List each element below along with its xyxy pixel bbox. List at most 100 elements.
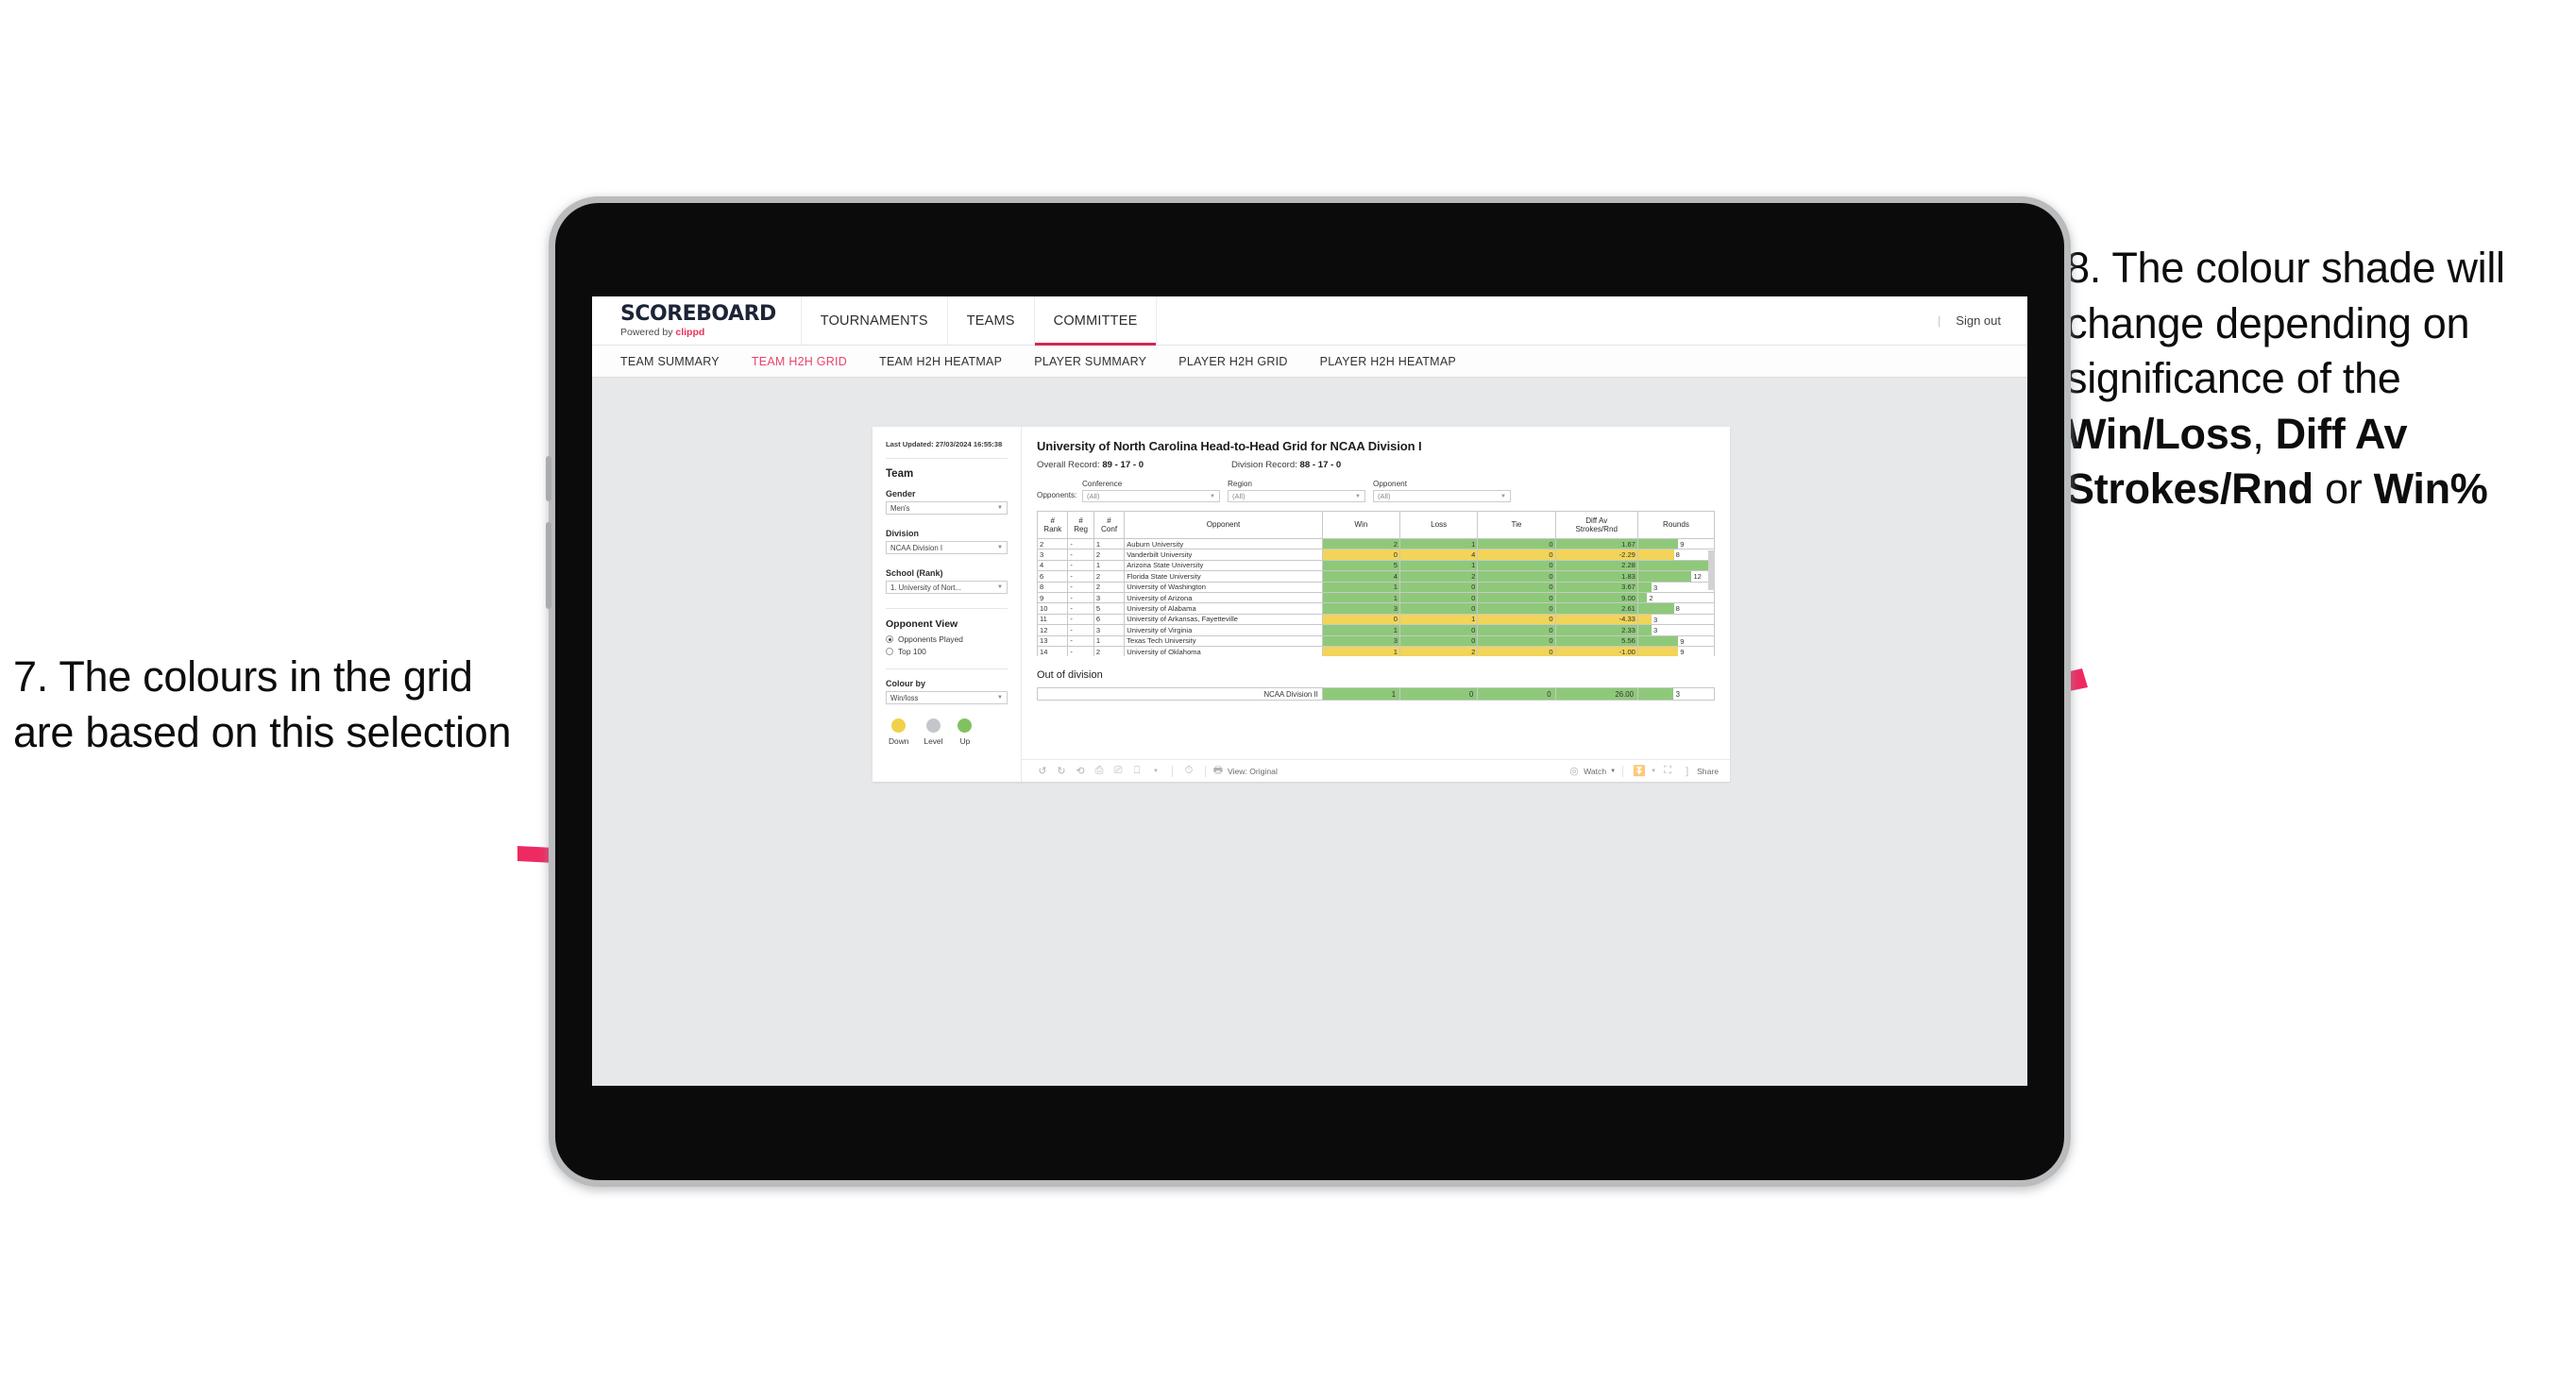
tablet-screen: SCOREBOARD Powered by clippd TOURNAMENTS… bbox=[592, 296, 2027, 1086]
panel-select-division[interactable]: NCAA Division I ▼ bbox=[886, 541, 1008, 555]
table-row[interactable]: 12-3 University of Virginia 1 0 0 2.33 3 bbox=[1037, 624, 1715, 636]
nav-tab-teams[interactable]: TEAMS bbox=[948, 296, 1035, 345]
cell-rank: 12 bbox=[1037, 624, 1069, 636]
custom-view-button[interactable]: 🖶 View: Original bbox=[1212, 762, 1278, 780]
filter-select-opponent[interactable]: (All) ▼ bbox=[1373, 490, 1511, 502]
filter-select-region[interactable]: (All) ▼ bbox=[1228, 490, 1365, 502]
rounds-value: 9 bbox=[1680, 540, 1685, 549]
colour-by-value: Win/loss bbox=[890, 693, 919, 702]
cell-opponent: University of Arkansas, Fayetteville bbox=[1124, 613, 1323, 626]
table-row[interactable]: 2-1 Auburn University 2 1 0 1.67 9 bbox=[1037, 537, 1715, 550]
cell-opponent: University of Oklahoma bbox=[1124, 645, 1323, 656]
table-row[interactable]: 10-5 University of Alabama 3 0 0 2.61 8 bbox=[1037, 602, 1715, 615]
pause-icon[interactable]: ⎚ bbox=[1109, 765, 1127, 777]
revert-icon[interactable]: ⟲ bbox=[1071, 765, 1090, 777]
subnav-player-h2h-grid[interactable]: PLAYER H2H GRID bbox=[1178, 355, 1287, 368]
division-record: Division Record: 88 - 17 - 0 bbox=[1231, 460, 1341, 470]
cell-tie: 0 bbox=[1477, 559, 1556, 572]
overall-record-label: Overall Record: bbox=[1037, 460, 1100, 470]
out-of-division-win: 1 bbox=[1321, 687, 1401, 701]
cell-loss: 0 bbox=[1399, 634, 1479, 647]
colour-by-select[interactable]: Win/loss ▼ bbox=[886, 691, 1008, 705]
undo-icon[interactable]: ↺ bbox=[1033, 765, 1052, 777]
h2h-table: # Rank # Reg # Conf Opponent Win Loss Tie Diff Av S… bbox=[1037, 511, 1715, 656]
table-row[interactable]: 9-3 University of Arizona 1 0 0 9.00 2 bbox=[1037, 591, 1715, 604]
refresh-icon[interactable]: ⎙ bbox=[1090, 765, 1109, 777]
table-row[interactable]: 8-2 University of Washington 1 0 0 3.67 3 bbox=[1037, 581, 1715, 593]
radio-top-100[interactable]: Top 100 bbox=[886, 647, 1008, 656]
cell-rank: 14 bbox=[1037, 645, 1069, 656]
cell-rounds: 8 bbox=[1636, 549, 1715, 561]
cell-diff-av-strokes: -4.33 bbox=[1554, 613, 1638, 626]
table-row[interactable]: 4-1Arizona State University5102.2817 bbox=[1037, 559, 1715, 572]
radio-button-icon bbox=[886, 648, 893, 656]
cell-conf: 2 bbox=[1093, 570, 1126, 583]
table-scrollbar[interactable] bbox=[1708, 541, 1715, 654]
chevron-down-icon[interactable]: ▼ bbox=[1146, 769, 1165, 774]
cell-rounds: 8 bbox=[1636, 602, 1715, 615]
nav-tab-tournaments[interactable]: TOURNAMENTS bbox=[802, 296, 948, 345]
chevron-down-icon: ▼ bbox=[997, 584, 1003, 591]
panel-select-school-rank[interactable]: 1. University of Nort... ▼ bbox=[886, 581, 1008, 595]
rounds-value: 3 bbox=[1653, 583, 1658, 592]
rounds-bar bbox=[1638, 625, 1652, 634]
cell-conf: 3 bbox=[1093, 624, 1126, 636]
chevron-down-icon: ▼ bbox=[1210, 493, 1215, 499]
cell-rounds: 12 bbox=[1636, 570, 1715, 583]
brand-vendor: clippd bbox=[675, 326, 705, 338]
view-icon: 🖶 bbox=[1212, 765, 1224, 776]
cell-rank: 13 bbox=[1037, 634, 1069, 647]
table-row[interactable]: 3-2 Vanderbilt University 0 4 0 -2.29 8 bbox=[1037, 549, 1715, 561]
table-row[interactable]: 6-2 Florida State University 4 2 0 1.83 12 bbox=[1037, 570, 1715, 583]
radio-opponents-played[interactable]: Opponents Played bbox=[886, 634, 1008, 644]
fullscreen-icon[interactable]: ⛶ bbox=[1658, 765, 1677, 777]
nav-tab-committee[interactable]: COMMITTEE bbox=[1034, 296, 1158, 346]
table-row[interactable]: 11-6 University of Arkansas, Fayetteville… bbox=[1037, 613, 1715, 626]
filter-group-region: Region (All) ▼ bbox=[1228, 480, 1365, 502]
sign-out-link[interactable]: Sign out bbox=[1956, 313, 2001, 328]
annotation-8-segment: 8. The colour shade will change dependin… bbox=[2066, 244, 2505, 402]
rounds-value: 9 bbox=[1680, 636, 1685, 646]
cell-diff-av-strokes: -2.29 bbox=[1554, 549, 1638, 561]
subnav-team-summary[interactable]: TEAM SUMMARY bbox=[620, 355, 720, 368]
cell-loss: 2 bbox=[1399, 570, 1479, 583]
rounds-value: 8 bbox=[1675, 550, 1680, 560]
table-body: 2-1 Auburn University 2 1 0 1.67 9 3-2 Vanderbil… bbox=[1037, 537, 1715, 656]
subnav-player-h2h-heatmap[interactable]: PLAYER H2H HEATMAP bbox=[1320, 355, 1456, 368]
table-row[interactable]: 14-2 University of Oklahoma 1 2 0 -1.00 9 bbox=[1037, 645, 1715, 656]
cell-rounds: 2 bbox=[1636, 591, 1715, 604]
cell-rank: 4 bbox=[1037, 559, 1069, 572]
filter-group-opponent: Opponent (All) ▼ bbox=[1373, 480, 1511, 502]
table-row[interactable]: 13-1 Texas Tech University 3 0 0 5.56 9 bbox=[1037, 634, 1715, 647]
table-col-header-reg: # Reg bbox=[1067, 511, 1094, 539]
panel-divider-2 bbox=[886, 608, 1008, 610]
cell-reg: - bbox=[1067, 591, 1094, 604]
filter-select-conference[interactable]: (All) ▼ bbox=[1082, 490, 1220, 502]
rounds-value: 9 bbox=[1680, 647, 1685, 656]
subnav-team-h2h-heatmap[interactable]: TEAM H2H HEATMAP bbox=[879, 355, 1002, 368]
annotation-8-text: 8. The colour shade will change dependin… bbox=[2066, 241, 2576, 517]
redo-icon[interactable]: ↻ bbox=[1052, 765, 1071, 777]
workbook-canvas: Last Updated: 27/03/2024 16:55:38 Team G… bbox=[592, 378, 2027, 1085]
filter-select-value: (All) bbox=[1378, 492, 1391, 500]
chevron-down-icon[interactable]: ▼ bbox=[1649, 769, 1658, 774]
panel-divider-3 bbox=[886, 668, 1008, 670]
cell-reg: - bbox=[1067, 570, 1094, 583]
chevron-down-icon: ▼ bbox=[997, 505, 1003, 512]
subnav-player-summary[interactable]: PLAYER SUMMARY bbox=[1034, 355, 1146, 368]
cell-loss: 0 bbox=[1399, 602, 1479, 615]
rounds-bar bbox=[1638, 583, 1652, 592]
subnav-team-h2h-grid[interactable]: TEAM H2H GRID bbox=[752, 355, 847, 368]
cell-win: 0 bbox=[1321, 613, 1401, 626]
alert-icon[interactable]: ⏱ bbox=[1179, 765, 1198, 777]
cell-opponent: Auburn University bbox=[1124, 537, 1323, 550]
filter-select-value: (All) bbox=[1087, 492, 1100, 500]
out-of-division-label: Out of division bbox=[1037, 669, 1103, 681]
watch-button[interactable]: ◎ Watch ▼ bbox=[1568, 765, 1616, 777]
panel-select-gender[interactable]: Men's ▼ bbox=[886, 501, 1008, 516]
panel-select-value: NCAA Division I bbox=[890, 543, 943, 552]
rectangle-select-icon[interactable]: ⎕ bbox=[1127, 765, 1146, 777]
download-icon[interactable]: ⏬ bbox=[1630, 765, 1649, 777]
share-button[interactable]: ❳ Share bbox=[1681, 765, 1719, 777]
table-scrollbar-thumb[interactable] bbox=[1708, 550, 1715, 590]
